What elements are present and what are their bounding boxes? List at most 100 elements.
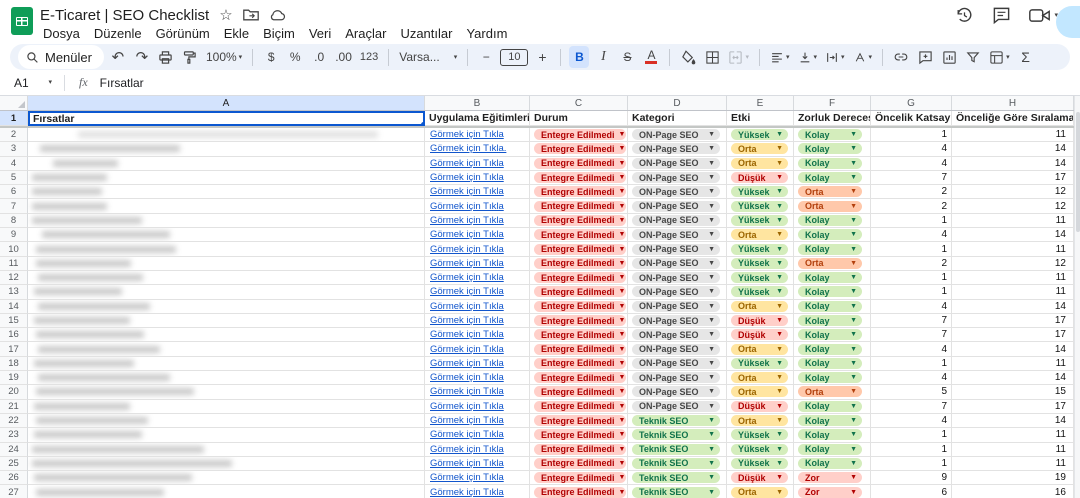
cell-siralama[interactable]: 14 <box>952 228 1074 242</box>
cell-katsayi[interactable]: 9 <box>871 471 952 485</box>
cell-firsat[interactable] <box>28 242 425 256</box>
select-all-corner[interactable] <box>0 96 28 110</box>
cell-siralama[interactable]: 17 <box>952 314 1074 328</box>
menu-veri[interactable]: Veri <box>302 24 338 43</box>
cell-zorluk[interactable]: Kolay▼ <box>794 443 871 457</box>
row-header-20[interactable]: 20 <box>0 385 28 399</box>
chip-dropdown-icon[interactable]: ▼ <box>619 303 626 310</box>
row-header-19[interactable]: 19 <box>0 371 28 385</box>
durum-chip[interactable]: Entegre Edilmedi▼ <box>534 286 626 297</box>
cell-siralama[interactable]: 19 <box>952 471 1074 485</box>
durum-chip[interactable]: Entegre Edilmedi▼ <box>534 429 626 440</box>
cell-etki[interactable]: Orta▼ <box>727 342 794 356</box>
cell-egitim-link[interactable]: Görmek için Tıkla <box>425 443 530 457</box>
chip-dropdown-icon[interactable]: ▼ <box>850 317 857 324</box>
zorluk-chip[interactable]: Orta▼ <box>798 186 862 197</box>
cell-etki[interactable]: Orta▼ <box>727 414 794 428</box>
etki-chip[interactable]: Yüksek▼ <box>731 201 788 212</box>
header-cell-H[interactable]: Önceliğe Göre Sıralama <box>952 111 1074 126</box>
chip-dropdown-icon[interactable]: ▼ <box>619 346 626 353</box>
training-link[interactable]: Görmek için Tıkla <box>425 201 504 212</box>
chip-dropdown-icon[interactable]: ▼ <box>850 145 857 152</box>
cell-egitim-link[interactable]: Görmek için Tıkla <box>425 271 530 285</box>
etki-chip[interactable]: Yüksek▼ <box>731 186 788 197</box>
etki-chip[interactable]: Yüksek▼ <box>731 215 788 226</box>
cell-kategori[interactable]: ON-Page SEO▼ <box>628 214 727 228</box>
cell-katsayi[interactable]: 1 <box>871 428 952 442</box>
cell-egitim-link[interactable]: Görmek için Tıkla <box>425 385 530 399</box>
chip-dropdown-icon[interactable]: ▼ <box>619 474 626 481</box>
durum-chip[interactable]: Entegre Edilmedi▼ <box>534 315 626 326</box>
cell-zorluk[interactable]: Kolay▼ <box>794 242 871 256</box>
cell-durum[interactable]: Entegre Edilmedi▼ <box>530 328 628 342</box>
cell-firsat[interactable] <box>28 199 425 213</box>
cell-egitim-link[interactable]: Görmek için Tıkla <box>425 457 530 471</box>
cell-siralama[interactable]: 14 <box>952 414 1074 428</box>
kategori-chip[interactable]: Teknik SEO▼ <box>632 429 720 440</box>
training-link[interactable]: Görmek için Tıkla <box>425 258 504 269</box>
cell-katsayi[interactable]: 7 <box>871 400 952 414</box>
etki-chip[interactable]: Orta▼ <box>731 229 788 240</box>
zorluk-chip[interactable]: Kolay▼ <box>798 129 862 140</box>
cell-egitim-link[interactable]: Görmek için Tıkla <box>425 128 530 142</box>
text-rotation-button[interactable]: ▾ <box>851 46 875 68</box>
durum-chip[interactable]: Entegre Edilmedi▼ <box>534 458 626 469</box>
cell-egitim-link[interactable]: Görmek için Tıkla <box>425 157 530 171</box>
kategori-chip[interactable]: ON-Page SEO▼ <box>632 329 720 340</box>
chip-dropdown-icon[interactable]: ▼ <box>776 360 783 367</box>
row-header-11[interactable]: 11 <box>0 257 28 271</box>
undo-button[interactable]: ↶ <box>108 46 128 68</box>
etki-chip[interactable]: Yüksek▼ <box>731 272 788 283</box>
row-header-1[interactable]: 1 <box>0 111 28 126</box>
cell-siralama[interactable]: 17 <box>952 171 1074 185</box>
cell-firsat[interactable] <box>28 485 425 498</box>
row-header-2[interactable]: 2 <box>0 128 28 142</box>
cell-siralama[interactable]: 11 <box>952 214 1074 228</box>
cell-durum[interactable]: Entegre Edilmedi▼ <box>530 400 628 414</box>
cell-durum[interactable]: Entegre Edilmedi▼ <box>530 199 628 213</box>
row-header-22[interactable]: 22 <box>0 414 28 428</box>
bold-button[interactable]: B <box>569 46 589 68</box>
sheets-logo-icon[interactable] <box>11 7 33 35</box>
cell-firsat[interactable] <box>28 271 425 285</box>
cell-katsayi[interactable]: 6 <box>871 485 952 498</box>
cell-siralama[interactable]: 11 <box>952 357 1074 371</box>
kategori-chip[interactable]: Teknik SEO▼ <box>632 415 720 426</box>
insert-link-button[interactable] <box>891 46 911 68</box>
etki-chip[interactable]: Düşük▼ <box>731 401 788 412</box>
training-link[interactable]: Görmek için Tıkla <box>425 458 504 469</box>
cell-kategori[interactable]: Teknik SEO▼ <box>628 485 727 498</box>
cell-egitim-link[interactable]: Görmek için Tıkla <box>425 171 530 185</box>
cell-zorluk[interactable]: Kolay▼ <box>794 271 871 285</box>
cell-zorluk[interactable]: Kolay▼ <box>794 328 871 342</box>
durum-chip[interactable]: Entegre Edilmedi▼ <box>534 129 626 140</box>
row-header-16[interactable]: 16 <box>0 328 28 342</box>
cell-firsat[interactable] <box>28 314 425 328</box>
chip-dropdown-icon[interactable]: ▼ <box>708 274 715 281</box>
etki-chip[interactable]: Orta▼ <box>731 386 788 397</box>
zorluk-chip[interactable]: Kolay▼ <box>798 244 862 255</box>
cell-egitim-link[interactable]: Görmek için Tıkla <box>425 314 530 328</box>
cell-siralama[interactable]: 14 <box>952 157 1074 171</box>
cell-etki[interactable]: Orta▼ <box>727 157 794 171</box>
chip-dropdown-icon[interactable]: ▼ <box>776 288 783 295</box>
cell-firsat[interactable] <box>28 385 425 399</box>
cell-katsayi[interactable]: 1 <box>871 214 952 228</box>
cell-durum[interactable]: Entegre Edilmedi▼ <box>530 314 628 328</box>
zorluk-chip[interactable]: Kolay▼ <box>798 286 862 297</box>
chip-dropdown-icon[interactable]: ▼ <box>776 274 783 281</box>
cell-egitim-link[interactable]: Görmek için Tıkla <box>425 242 530 256</box>
chip-dropdown-icon[interactable]: ▼ <box>708 489 715 496</box>
zorluk-chip[interactable]: Kolay▼ <box>798 315 862 326</box>
cell-firsat[interactable] <box>28 171 425 185</box>
chip-dropdown-icon[interactable]: ▼ <box>708 174 715 181</box>
cell-kategori[interactable]: Teknik SEO▼ <box>628 414 727 428</box>
header-cell-D[interactable]: Kategori <box>628 111 727 126</box>
merge-cells-button[interactable]: ▾ <box>726 46 751 68</box>
etki-chip[interactable]: Yüksek▼ <box>731 286 788 297</box>
cell-kategori[interactable]: ON-Page SEO▼ <box>628 385 727 399</box>
chip-dropdown-icon[interactable]: ▼ <box>619 360 626 367</box>
cell-kategori[interactable]: Teknik SEO▼ <box>628 471 727 485</box>
chip-dropdown-icon[interactable]: ▼ <box>776 374 783 381</box>
star-icon[interactable]: ☆ <box>219 6 232 24</box>
